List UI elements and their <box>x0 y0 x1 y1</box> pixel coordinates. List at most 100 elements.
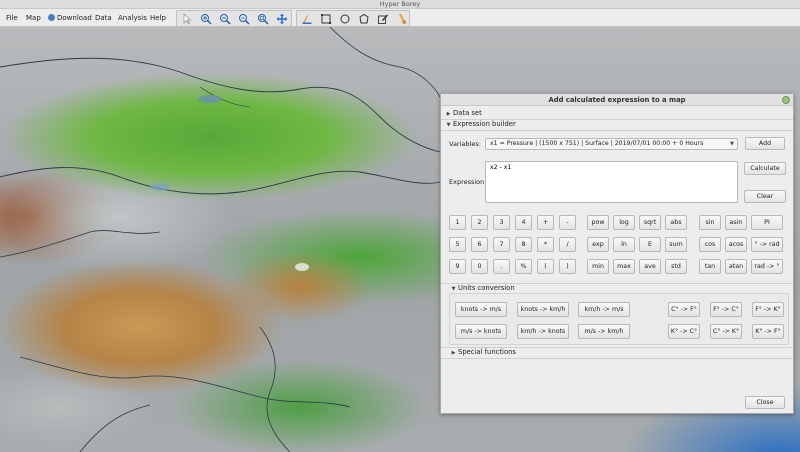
func-cos[interactable]: cos <box>699 237 721 252</box>
measure-tool[interactable] <box>299 12 315 26</box>
key-percent[interactable]: % <box>515 259 532 274</box>
circle-tool[interactable] <box>337 12 353 26</box>
menu-file[interactable]: File <box>6 13 18 24</box>
section-builder-label: Expression builder <box>453 120 516 128</box>
section-dataset[interactable]: ▶ Data set <box>444 108 790 118</box>
zoom-fit-tool[interactable] <box>255 12 271 26</box>
func-atan[interactable]: atan <box>725 259 747 274</box>
section-units-label: Units conversion <box>458 284 515 292</box>
conv-kmh-knots[interactable]: km/h -> knots <box>517 324 569 339</box>
func-min[interactable]: min <box>587 259 609 274</box>
conv-f-c[interactable]: F° -> C° <box>710 302 742 317</box>
key-open-paren[interactable]: ( <box>537 259 554 274</box>
func-exp[interactable]: exp <box>587 237 609 252</box>
key-dot[interactable]: . <box>493 259 510 274</box>
key-multiply[interactable]: * <box>537 237 554 252</box>
menu-analysis[interactable]: Analysis <box>118 13 147 24</box>
add-button[interactable]: Add <box>745 137 785 150</box>
chevron-down-icon: ▼ <box>730 141 734 147</box>
conv-knots-ms[interactable]: knots -> m/s <box>455 302 507 317</box>
func-log[interactable]: log <box>613 215 635 230</box>
toolbar-drawing <box>296 10 410 27</box>
func-ln[interactable]: ln <box>613 237 635 252</box>
func-pow[interactable]: pow <box>587 215 609 230</box>
pan-tool[interactable] <box>274 12 290 26</box>
conv-f-k[interactable]: F° -> K° <box>752 302 784 317</box>
dialog-title: Add calculated expression to a map <box>441 94 793 106</box>
func-pi[interactable]: PI <box>751 215 783 230</box>
key-plus[interactable]: + <box>537 215 554 230</box>
window-title: Hyper Borey <box>0 0 800 9</box>
key-0[interactable]: 0 <box>471 259 488 274</box>
expand-arrow-icon: ▶ <box>451 350 456 356</box>
conv-c-k[interactable]: C° -> K° <box>710 324 742 339</box>
zoom-minus-tool[interactable] <box>236 12 252 26</box>
key-divide[interactable]: / <box>559 237 576 252</box>
conv-k-c[interactable]: K° -> C° <box>668 324 700 339</box>
divider <box>441 130 793 131</box>
section-special-label: Special functions <box>458 348 516 356</box>
func-tan[interactable]: tan <box>699 259 721 274</box>
brush-tool[interactable] <box>394 12 410 26</box>
rectangle-select-icon <box>321 14 331 24</box>
key-6[interactable]: 6 <box>471 237 488 252</box>
key-4[interactable]: 4 <box>515 215 532 230</box>
download-icon <box>48 14 55 21</box>
menu-help[interactable]: Help <box>150 13 166 24</box>
section-special-functions[interactable]: ▶ Special functions <box>449 347 795 357</box>
menu-download-label: Download <box>57 14 92 22</box>
conv-ms-knots[interactable]: m/s -> knots <box>455 324 507 339</box>
func-sqrt[interactable]: sqrt <box>639 215 661 230</box>
key-5[interactable]: 5 <box>449 237 466 252</box>
clear-button[interactable]: Clear <box>744 190 786 203</box>
key-close-paren[interactable]: ) <box>559 259 576 274</box>
menu-download[interactable]: Download <box>48 13 92 24</box>
key-3[interactable]: 3 <box>493 215 510 230</box>
conv-c-f[interactable]: C° -> F° <box>668 302 700 317</box>
conv-ms-kmh[interactable]: m/s -> km/h <box>578 324 630 339</box>
circle-select-icon <box>340 14 350 24</box>
polygon-tool[interactable] <box>356 12 372 26</box>
zoom-in-tool[interactable] <box>198 12 214 26</box>
func-acos[interactable]: acos <box>725 237 747 252</box>
expression-dialog: Add calculated expression to a map ▶ Data… <box>440 93 794 414</box>
func-ave[interactable]: ave <box>639 259 661 274</box>
conv-kmh-ms[interactable]: km/h -> m/s <box>578 302 630 317</box>
calculate-button[interactable]: Calculate <box>744 162 786 175</box>
func-abs[interactable]: abs <box>665 215 687 230</box>
key-8[interactable]: 8 <box>515 237 532 252</box>
key-2[interactable]: 2 <box>471 215 488 230</box>
func-max[interactable]: max <box>613 259 635 274</box>
edit-tool[interactable] <box>375 12 391 26</box>
pointer-tool[interactable] <box>179 12 195 26</box>
section-units-conversion[interactable]: ▼ Units conversion <box>449 283 795 293</box>
menu-map[interactable]: Map <box>26 13 41 24</box>
conv-knots-kmh[interactable]: knots -> km/h <box>517 302 569 317</box>
rectangle-tool[interactable] <box>318 12 334 26</box>
menu-data[interactable]: Data <box>95 13 112 24</box>
zoom-out-tool[interactable] <box>217 12 233 26</box>
zoom-in-icon <box>201 14 212 25</box>
section-expression-builder[interactable]: ▼ Expression builder <box>444 119 790 129</box>
zoom-out-icon <box>220 14 231 25</box>
toolbar-navigation <box>176 10 292 27</box>
polygon-select-icon <box>359 13 369 24</box>
expression-input[interactable]: x2 - x1 <box>485 161 738 203</box>
close-button[interactable]: Close <box>745 396 785 409</box>
dialog-close-icon[interactable] <box>782 96 790 104</box>
key-minus[interactable]: - <box>559 215 576 230</box>
divider <box>441 358 793 359</box>
variables-select[interactable]: x1 = Pressure | (1500 x 751) | Surface |… <box>485 138 738 150</box>
variables-select-value: x1 = Pressure | (1500 x 751) | Surface |… <box>490 140 704 147</box>
func-deg-to-rad[interactable]: ° -> rad <box>751 237 783 252</box>
key-9[interactable]: 9 <box>449 259 466 274</box>
key-1[interactable]: 1 <box>449 215 466 230</box>
func-sum[interactable]: sum <box>665 237 687 252</box>
conv-k-f[interactable]: K° -> F° <box>752 324 784 339</box>
key-7[interactable]: 7 <box>493 237 510 252</box>
func-std[interactable]: std <box>665 259 687 274</box>
func-rad-to-deg[interactable]: rad -> ° <box>751 259 783 274</box>
func-asin[interactable]: asin <box>725 215 747 230</box>
func-e[interactable]: E <box>639 237 661 252</box>
func-sin[interactable]: sin <box>699 215 721 230</box>
